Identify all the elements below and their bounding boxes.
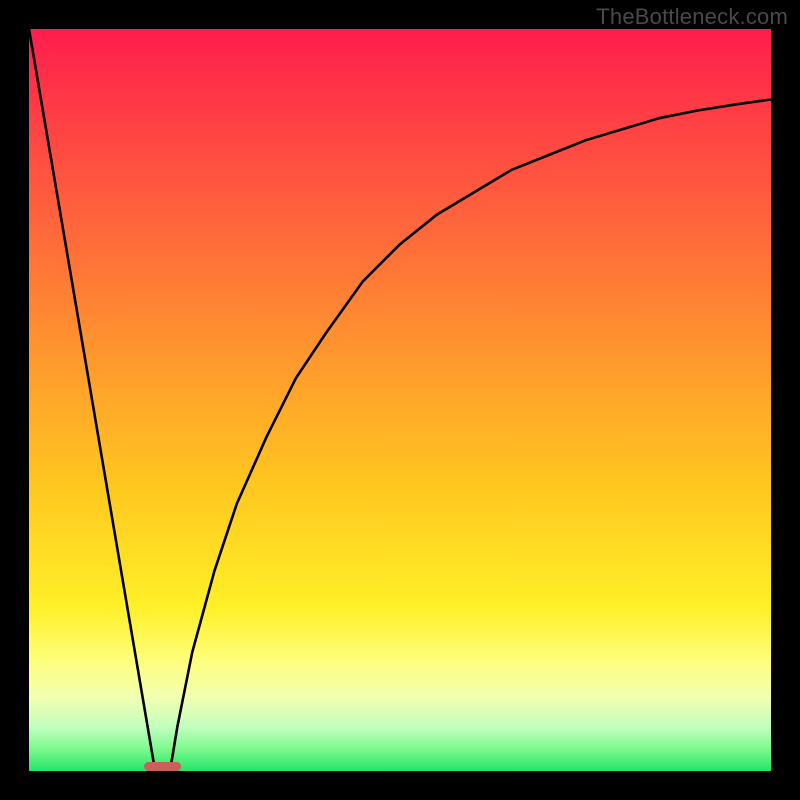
- series-right-asymptotic-rise: [170, 99, 771, 771]
- watermark-text: TheBottleneck.com: [596, 4, 788, 30]
- series-left-linear-drop: [29, 29, 155, 771]
- plot-area: [29, 29, 771, 771]
- optimal-marker: [144, 762, 181, 771]
- chart-frame: TheBottleneck.com: [0, 0, 800, 800]
- chart-lines: [29, 29, 771, 771]
